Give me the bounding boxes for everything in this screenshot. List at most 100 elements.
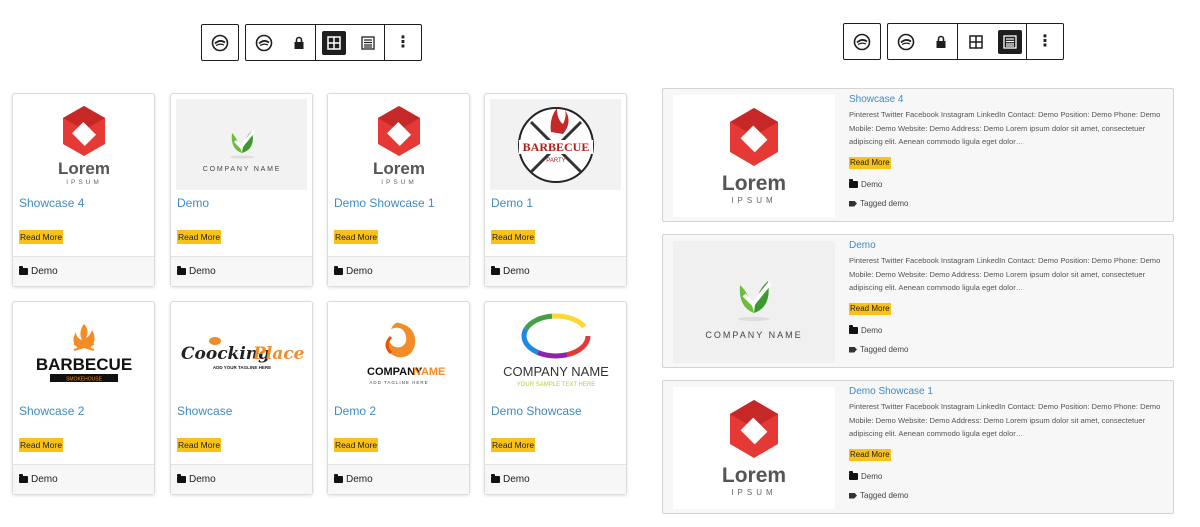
category-link[interactable]: Demo (346, 474, 373, 485)
read-more-button[interactable]: Read More (19, 438, 64, 452)
folder-icon (849, 471, 858, 480)
post-title-link[interactable]: Demo Showcase 1 (849, 386, 933, 397)
svg-text:SMOKEHOUSE: SMOKEHOUSE (66, 376, 103, 382)
lock-button[interactable] (282, 25, 315, 60)
post-category: Demo (13, 464, 154, 494)
folder-icon (334, 474, 343, 483)
category-link[interactable]: Demo (189, 266, 216, 277)
folder-icon (849, 179, 858, 188)
company-name-ring-logo[interactable]: COMPANY NAME YOUR SAMPLE TEXT HERE (490, 307, 621, 398)
svg-text:IPSUM: IPSUM (731, 488, 776, 497)
block-switcher[interactable] (843, 23, 881, 60)
category-link[interactable]: Demo (189, 474, 216, 485)
post-excerpt: Pinterest Twitter Facebook Instagram Lin… (849, 256, 1161, 292)
read-more-button[interactable]: Read More (19, 230, 64, 244)
post-category: Demo (328, 464, 469, 494)
post-title-link[interactable]: Showcase (177, 404, 232, 418)
category-link[interactable]: Demo (861, 326, 882, 335)
read-more-button[interactable]: Read More (849, 449, 891, 461)
grid-view-icon (322, 30, 346, 55)
folder-icon (491, 266, 500, 275)
post-title-link[interactable]: Demo Showcase (491, 404, 582, 418)
grid-view-icon (964, 30, 988, 54)
more-options-icon: ⋮ (395, 33, 411, 51)
lorem-ipsum-logo[interactable]: Lorem IPSUM (18, 99, 149, 190)
tags-link[interactable]: Tagged demo (860, 345, 908, 354)
svg-text:IPSUM: IPSUM (731, 196, 776, 205)
grid-view-button[interactable] (958, 24, 994, 59)
list-view-icon (998, 29, 1022, 54)
more-options-button[interactable]: ⋮ (385, 25, 421, 60)
lock-button[interactable] (924, 24, 957, 59)
svg-text:Place: Place (252, 344, 305, 364)
category-link[interactable]: Demo (346, 266, 373, 277)
post-card: COMPANY NAME ADD TAGLINE HERE Demo 2 Rea… (327, 301, 470, 495)
read-more-button[interactable]: Read More (849, 157, 891, 169)
category-link[interactable]: Demo (861, 180, 882, 189)
post-category: Demo (171, 464, 312, 494)
post-title-link[interactable]: Demo 2 (334, 404, 376, 418)
post-row: Lorem IPSUM Demo Showcase 1 Pinterest Tw… (662, 380, 1174, 514)
barbecue-party-logo[interactable]: BARBECUE PARTY (490, 99, 621, 190)
category-link[interactable]: Demo (31, 474, 58, 485)
block-switcher[interactable] (201, 24, 239, 61)
post-title-link[interactable]: Showcase 2 (19, 404, 84, 418)
tag-icon (849, 346, 857, 353)
post-title-link[interactable]: Demo (849, 240, 876, 251)
tags-link[interactable]: Tagged demo (860, 199, 908, 208)
post-title-link[interactable]: Demo 1 (491, 196, 533, 210)
category-link[interactable]: Demo (503, 474, 530, 485)
block-type-button[interactable] (202, 25, 238, 60)
lorem-ipsum-logo[interactable]: Lorem IPSUM (333, 99, 464, 190)
category-link[interactable]: Demo (503, 266, 530, 277)
svg-text:COMPANY NAME: COMPANY NAME (503, 364, 609, 379)
post-title-link[interactable]: Showcase 4 (849, 94, 903, 105)
block-style-button[interactable] (888, 24, 924, 59)
post-excerpt: Pinterest Twitter Facebook Instagram Lin… (849, 110, 1161, 146)
post-row: Lorem IPSUM Showcase 4 Pinterest Twitter… (662, 88, 1174, 222)
post-row: COMPANY NAME Demo Pinterest Twitter Face… (662, 234, 1174, 368)
folder-icon (849, 325, 858, 334)
read-more-button[interactable]: Read More (334, 438, 379, 452)
read-more-button[interactable]: Read More (491, 230, 536, 244)
list-view-button[interactable] (994, 24, 1026, 59)
svg-text:Lorem: Lorem (58, 159, 110, 178)
block-type-icon (894, 30, 918, 54)
list-view-button[interactable] (352, 25, 384, 60)
post-card: BARBECUE SMOKEHOUSE Showcase 2 Read More… (12, 301, 155, 495)
svg-text:YOUR SAMPLE TEXT HERE: YOUR SAMPLE TEXT HERE (517, 382, 595, 388)
post-title-link[interactable]: Showcase 4 (19, 196, 84, 210)
block-type-button[interactable] (844, 24, 880, 59)
post-title-link[interactable]: Demo Showcase 1 (334, 196, 435, 210)
folder-icon (19, 266, 28, 275)
svg-text:BARBECUE: BARBECUE (522, 140, 589, 154)
lorem-ipsum-logo[interactable]: Lorem IPSUM (673, 387, 835, 509)
cooking-place-logo[interactable]: Coocking Place ADD YOUR TAGLINE HERE (176, 307, 307, 398)
block-controls: ⋮ (245, 24, 422, 61)
more-options-button[interactable]: ⋮ (1027, 24, 1063, 59)
company-name-leaf-logo[interactable]: COMPANY NAME (176, 99, 307, 190)
company-name-swirl-logo[interactable]: COMPANY NAME ADD TAGLINE HERE (333, 307, 464, 398)
barbecue-smokehouse-logo[interactable]: BARBECUE SMOKEHOUSE (18, 307, 149, 398)
grid-view-button[interactable] (316, 25, 352, 60)
company-name-leaf-logo[interactable]: COMPANY NAME (673, 241, 835, 363)
read-more-button[interactable]: Read More (491, 438, 536, 452)
block-toolbar-grid: ⋮ (201, 24, 422, 61)
post-tags: Tagged demo (849, 199, 908, 208)
svg-text:Lorem: Lorem (373, 159, 425, 178)
post-category: Demo (328, 256, 469, 286)
read-more-button[interactable]: Read More (334, 230, 379, 244)
tags-link[interactable]: Tagged demo (860, 491, 908, 500)
lorem-ipsum-logo[interactable]: Lorem IPSUM (673, 95, 835, 217)
read-more-button[interactable]: Read More (177, 230, 222, 244)
folder-icon (177, 266, 186, 275)
post-category: Demo (485, 464, 626, 494)
svg-text:IPSUM: IPSUM (381, 179, 417, 186)
category-link[interactable]: Demo (861, 472, 882, 481)
read-more-button[interactable]: Read More (849, 303, 891, 315)
post-card: COMPANY NAME YOUR SAMPLE TEXT HERE Demo … (484, 301, 627, 495)
category-link[interactable]: Demo (31, 266, 58, 277)
read-more-button[interactable]: Read More (177, 438, 222, 452)
post-title-link[interactable]: Demo (177, 196, 209, 210)
block-style-button[interactable] (246, 25, 282, 60)
